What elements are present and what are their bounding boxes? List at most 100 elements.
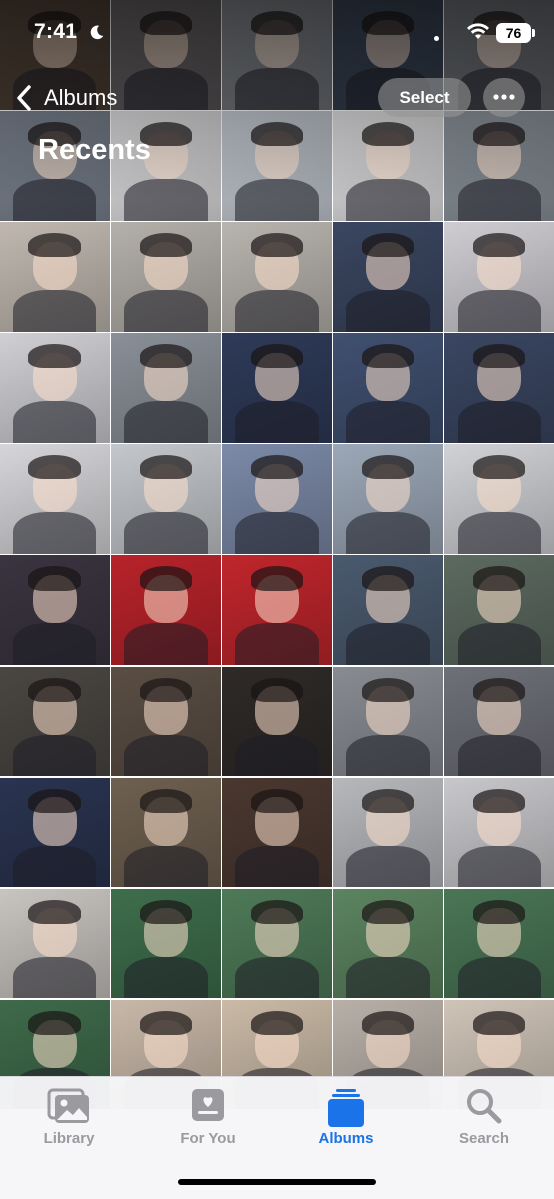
photo-body-shape xyxy=(235,623,319,666)
photo-thumbnail[interactable] xyxy=(333,444,443,554)
search-icon xyxy=(467,1089,502,1124)
tab-for-you[interactable]: For You xyxy=(153,1077,263,1157)
photo-body-shape xyxy=(124,623,208,666)
ellipsis-icon xyxy=(493,94,515,100)
tab-search[interactable]: Search xyxy=(429,1077,539,1157)
photo-body-shape xyxy=(235,179,319,221)
photo-body-shape xyxy=(346,179,430,221)
photo-hair-shape xyxy=(361,1010,415,1035)
photo-body-shape xyxy=(124,734,208,777)
photo-hair-shape xyxy=(250,344,304,369)
photo-hair-shape xyxy=(28,233,82,258)
photo-hair-shape xyxy=(139,788,193,813)
photo-hair-shape xyxy=(250,455,304,480)
photo-body-shape xyxy=(346,623,430,666)
photo-thumbnail[interactable] xyxy=(444,666,554,777)
photo-thumbnail[interactable] xyxy=(444,555,554,666)
photo-thumbnail[interactable] xyxy=(222,333,332,443)
photo-thumbnail[interactable] xyxy=(333,111,443,221)
photo-hair-shape xyxy=(250,233,304,258)
photo-thumbnail[interactable] xyxy=(111,0,221,110)
photo-thumbnail[interactable] xyxy=(0,333,110,443)
photo-body-shape xyxy=(13,734,97,777)
photo-body-shape xyxy=(457,290,541,332)
photo-hair-shape xyxy=(361,122,415,147)
photo-hair-shape xyxy=(250,677,304,702)
photo-thumbnail[interactable] xyxy=(444,444,554,554)
photo-thumbnail[interactable] xyxy=(222,0,332,110)
photo-thumbnail[interactable] xyxy=(111,222,221,332)
photo-body-shape xyxy=(346,734,430,777)
photo-thumbnail[interactable] xyxy=(0,666,110,777)
photo-body-shape xyxy=(346,956,430,999)
photo-thumbnail[interactable] xyxy=(333,888,443,999)
photo-body-shape xyxy=(124,401,208,443)
photo-thumbnail[interactable] xyxy=(222,111,332,221)
albums-stack-icon xyxy=(328,1089,364,1127)
tab-library[interactable]: Library xyxy=(14,1077,124,1157)
photo-thumbnail[interactable] xyxy=(111,777,221,888)
photo-hair-shape xyxy=(139,233,193,258)
photo-hair-shape xyxy=(28,455,82,480)
photo-hair-shape xyxy=(472,233,526,258)
photo-hair-shape xyxy=(139,10,193,36)
back-label: Albums xyxy=(44,85,118,110)
photo-body-shape xyxy=(457,623,541,666)
photo-thumbnail[interactable] xyxy=(444,333,554,443)
photo-hair-shape xyxy=(361,10,415,36)
photo-thumbnail[interactable] xyxy=(444,777,554,888)
photo-body-shape xyxy=(13,845,97,888)
photo-thumbnail[interactable] xyxy=(111,444,221,554)
back-to-albums-button[interactable]: Albums xyxy=(14,82,117,114)
photo-thumbnail[interactable] xyxy=(444,111,554,221)
photo-thumbnail[interactable] xyxy=(333,666,443,777)
photo-body-shape xyxy=(346,401,430,443)
select-button[interactable]: Select xyxy=(378,78,471,117)
photo-thumbnail[interactable] xyxy=(444,888,554,999)
wifi-icon xyxy=(467,23,489,39)
photo-thumbnail[interactable] xyxy=(444,222,554,332)
photo-hair-shape xyxy=(28,566,82,591)
photo-thumbnail[interactable] xyxy=(222,666,332,777)
photo-hair-shape xyxy=(472,788,526,813)
photo-thumbnail[interactable] xyxy=(222,444,332,554)
photo-thumbnail[interactable] xyxy=(222,888,332,999)
photo-body-shape xyxy=(124,290,208,332)
photo-thumbnail[interactable] xyxy=(333,777,443,888)
photo-thumbnail[interactable] xyxy=(0,444,110,554)
photo-thumbnail[interactable] xyxy=(222,555,332,666)
photo-thumbnail[interactable] xyxy=(333,555,443,666)
photo-thumbnail[interactable] xyxy=(222,777,332,888)
photo-hair-shape xyxy=(472,677,526,702)
more-options-button[interactable] xyxy=(483,78,525,117)
photo-hair-shape xyxy=(361,788,415,813)
photo-thumbnail[interactable] xyxy=(0,888,110,999)
for-you-icon xyxy=(192,1089,224,1121)
photo-thumbnail[interactable] xyxy=(0,555,110,666)
photo-body-shape xyxy=(457,512,541,554)
photo-thumbnail[interactable] xyxy=(0,777,110,888)
photo-thumbnail[interactable] xyxy=(333,222,443,332)
photo-body-shape xyxy=(13,179,97,221)
photo-thumbnail[interactable] xyxy=(333,333,443,443)
photo-hair-shape xyxy=(250,10,304,36)
home-indicator xyxy=(178,1179,376,1185)
photo-body-shape xyxy=(235,512,319,554)
tab-albums[interactable]: Albums xyxy=(291,1077,401,1157)
photo-body-shape xyxy=(457,734,541,777)
photo-thumbnail[interactable] xyxy=(111,555,221,666)
photo-hair-shape xyxy=(472,1010,526,1035)
photo-body-shape xyxy=(124,956,208,999)
photo-body-shape xyxy=(13,956,97,999)
photo-thumbnail[interactable] xyxy=(222,222,332,332)
photo-hair-shape xyxy=(250,899,304,924)
photo-thumbnail[interactable] xyxy=(111,888,221,999)
photo-thumbnail[interactable] xyxy=(0,222,110,332)
photo-body-shape xyxy=(13,623,97,666)
battery-tip xyxy=(532,29,535,37)
status-time: 7:41 xyxy=(34,20,78,43)
photo-thumbnail[interactable] xyxy=(111,666,221,777)
photo-hair-shape xyxy=(361,566,415,591)
photo-thumbnail[interactable] xyxy=(111,333,221,443)
photo-hair-shape xyxy=(28,899,82,924)
